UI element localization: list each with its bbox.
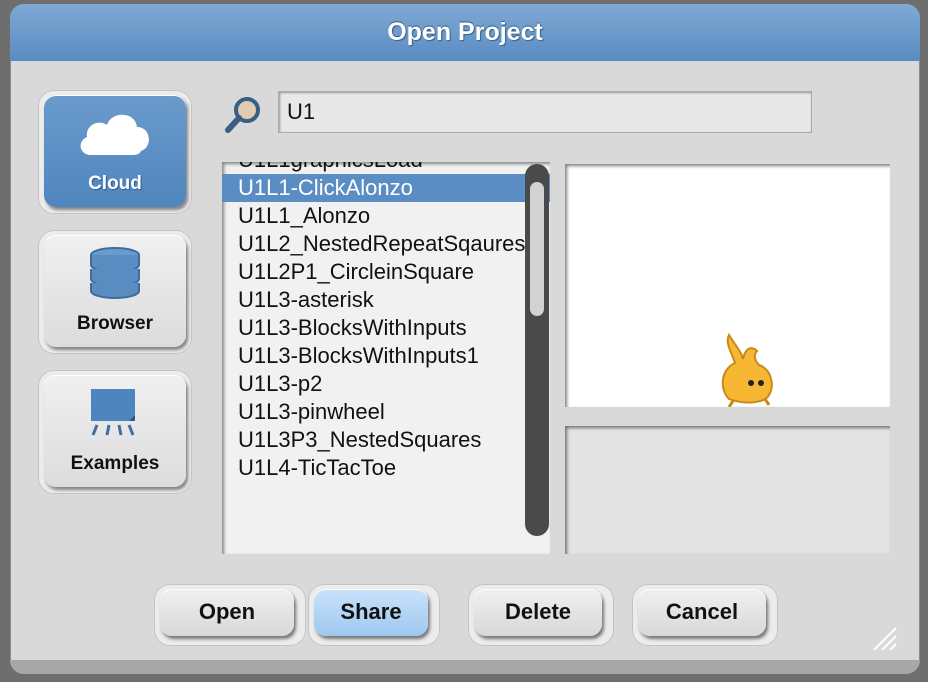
- list-item[interactable]: U1L3-asterisk: [222, 286, 550, 314]
- source-browser-button[interactable]: Browser: [38, 230, 192, 354]
- cancel-button-label: Cancel: [638, 589, 766, 636]
- project-notes[interactable]: [565, 426, 890, 554]
- cloud-icon: [44, 105, 186, 166]
- list-item[interactable]: U1L1-ClickAlonzo: [222, 174, 550, 202]
- delete-button[interactable]: Delete: [468, 584, 614, 646]
- source-cloud-button[interactable]: Cloud: [38, 90, 192, 214]
- search-icon: [224, 94, 264, 134]
- dialog-bottom-edge: [10, 660, 920, 674]
- source-label: Cloud: [88, 173, 142, 194]
- open-button[interactable]: Open: [154, 584, 306, 646]
- list-item[interactable]: U1L3-pinwheel: [222, 398, 550, 426]
- list-item[interactable]: U1L3-BlocksWithInputs: [222, 314, 550, 342]
- delete-button-label: Delete: [474, 589, 602, 636]
- list-item[interactable]: U1L3-BlocksWithInputs1: [222, 342, 550, 370]
- open-project-dialog: Open Project Cloud Browser Examples U1 U…: [10, 4, 920, 674]
- database-icon: [44, 245, 186, 306]
- alonzo-icon: [721, 332, 773, 407]
- list-item[interactable]: U1L3P3_NestedSquares: [222, 426, 550, 454]
- project-list[interactable]: U1L1graphicsLoad U1L1-ClickAlonzo U1L1_A…: [222, 162, 550, 554]
- project-thumbnail: [565, 164, 890, 407]
- list-item[interactable]: U1L3-p2: [222, 370, 550, 398]
- source-label: Browser: [76, 313, 154, 334]
- list-item[interactable]: U1L1_Alonzo: [222, 202, 550, 230]
- cancel-button[interactable]: Cancel: [632, 584, 778, 646]
- share-button[interactable]: Share: [308, 584, 440, 646]
- source-label: Examples: [70, 453, 160, 474]
- resize-handle-icon[interactable]: [870, 624, 898, 652]
- list-item[interactable]: U1L2_NestedRepeatSqaures: [222, 230, 550, 258]
- dialog-title[interactable]: Open Project: [10, 4, 920, 61]
- projector-icon: [44, 385, 186, 446]
- list-item[interactable]: U1L4-TicTacToe: [222, 454, 550, 482]
- source-examples-button[interactable]: Examples: [38, 370, 192, 494]
- search-input[interactable]: U1: [278, 91, 812, 133]
- list-item[interactable]: U1L2P1_CircleinSquare: [222, 258, 550, 286]
- list-scroll-thumb[interactable]: [530, 182, 544, 316]
- share-button-label: Share: [314, 589, 428, 636]
- open-button-label: Open: [160, 589, 294, 636]
- list-item[interactable]: U1L1graphicsLoad: [222, 162, 550, 174]
